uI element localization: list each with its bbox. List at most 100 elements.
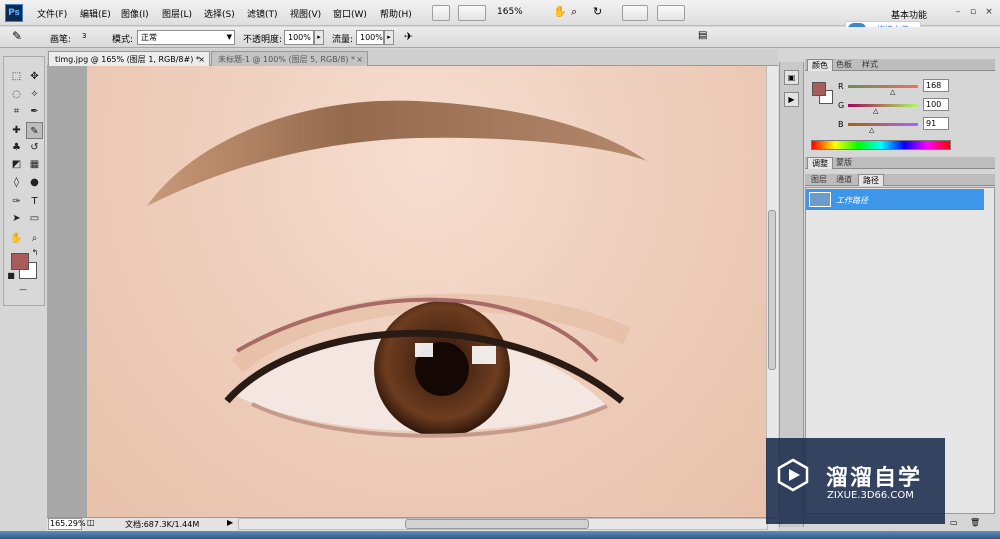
zoom-tool-icon[interactable]: ⌕: [571, 5, 577, 19]
tab-channels[interactable]: 通道: [832, 174, 856, 186]
brush-size-value[interactable]: 3: [82, 32, 86, 40]
healing-brush-icon[interactable]: ✚: [8, 122, 25, 139]
tab-layers[interactable]: 图层: [807, 174, 831, 186]
actions-panel-icon[interactable]: ▶: [784, 92, 799, 107]
b-value[interactable]: 91: [923, 117, 949, 130]
g-value[interactable]: 100: [923, 98, 949, 111]
tab-styles[interactable]: 样式: [858, 59, 882, 71]
delete-path-icon[interactable]: 🗑: [970, 518, 980, 527]
blend-mode-value: 正常: [141, 33, 157, 42]
path-row-work-path[interactable]: [806, 189, 984, 210]
extras-button[interactable]: [657, 5, 685, 21]
b-slider-handle-icon[interactable]: △: [869, 126, 874, 134]
zoom-level-select[interactable]: 165%: [497, 7, 523, 17]
quick-mask-icon[interactable]: —: [14, 285, 32, 295]
menu-edit[interactable]: 编辑(E): [80, 7, 111, 20]
hand-tool-icon[interactable]: ✋: [553, 5, 567, 18]
magic-wand-icon[interactable]: ✧: [26, 86, 43, 103]
watermark-url: ZIXUE.3D66.COM: [827, 490, 914, 501]
opacity-slider-arrow[interactable]: ▸: [314, 30, 324, 45]
close-icon[interactable]: ×: [983, 6, 995, 18]
brush-panel-icon[interactable]: ▤: [698, 30, 707, 41]
tab-masks[interactable]: 蒙版: [832, 157, 856, 169]
eraser-icon[interactable]: ◩: [8, 156, 25, 173]
opacity-label: 不透明度:: [243, 35, 283, 45]
eye-photo: [87, 66, 766, 517]
minimize-icon[interactable]: –: [952, 6, 964, 18]
g-label: G: [838, 101, 845, 110]
move-tool-icon[interactable]: ✥: [26, 68, 43, 85]
airbrush-icon[interactable]: ✈: [404, 30, 413, 43]
shape-tool-icon[interactable]: ▭: [26, 210, 43, 227]
history-brush-icon[interactable]: ↺: [26, 139, 43, 156]
r-label: R: [838, 82, 844, 91]
tab-adjustments[interactable]: 调整: [807, 157, 833, 169]
eye-illustration: [147, 100, 647, 438]
opacity-input[interactable]: 100%: [284, 30, 314, 45]
status-menu-arrow-icon[interactable]: ▶: [227, 518, 233, 527]
lasso-tool-icon[interactable]: ◌: [8, 86, 25, 103]
path-selection-icon[interactable]: ➤: [8, 210, 25, 227]
menu-layer[interactable]: 图层(L): [162, 7, 192, 20]
workspace-switcher[interactable]: 基本功能: [891, 8, 927, 21]
g-slider[interactable]: [848, 104, 918, 107]
close-icon[interactable]: ×: [198, 52, 205, 66]
tab-color[interactable]: 颜色: [807, 59, 833, 71]
brush-label: 画笔:: [50, 35, 72, 45]
horizontal-scroll-thumb[interactable]: [405, 519, 589, 529]
flow-slider-arrow[interactable]: ▸: [384, 30, 394, 45]
hand-tool-icon[interactable]: ✋: [8, 230, 25, 247]
default-colors-icon[interactable]: ■: [6, 271, 16, 281]
g-slider-handle-icon[interactable]: △: [873, 107, 878, 115]
dodge-tool-icon[interactable]: ●: [26, 174, 43, 191]
status-options-icon[interactable]: ◫: [87, 518, 95, 527]
bridge-button[interactable]: [432, 5, 450, 21]
blend-mode-select[interactable]: 正常 ▼: [137, 30, 235, 45]
color-panel-fg-swatch[interactable]: [812, 82, 826, 96]
crop-tool-icon[interactable]: ⌗: [8, 103, 25, 120]
brush-tool-selected-icon[interactable]: ✎: [26, 122, 43, 139]
blur-tool-icon[interactable]: ◊: [8, 174, 25, 191]
color-spectrum-bar[interactable]: [811, 140, 951, 150]
menu-filter[interactable]: 滤镜(T): [247, 7, 278, 20]
menu-select[interactable]: 选择(S): [204, 7, 235, 20]
zoom-tool-icon[interactable]: ⌕: [26, 230, 43, 247]
path-name[interactable]: 工作路径: [836, 195, 868, 206]
type-tool-icon[interactable]: T: [26, 193, 43, 210]
zoom-input[interactable]: 165.29%: [48, 518, 86, 530]
menu-help[interactable]: 帮助(H): [380, 7, 412, 20]
r-slider[interactable]: [848, 85, 918, 88]
tab-timg-label: timg.jpg @ 165% (图层 1, RGB/8#) *: [55, 55, 200, 64]
brush-tool-icon[interactable]: ✎: [12, 29, 22, 43]
foreground-color-swatch[interactable]: [11, 253, 29, 270]
menu-image[interactable]: 图像(I): [121, 7, 149, 20]
menu-file[interactable]: 文件(F): [37, 7, 67, 20]
rotate-view-icon[interactable]: ↻: [593, 5, 602, 18]
marquee-tool-icon[interactable]: ⬚: [8, 68, 25, 85]
swap-colors-icon[interactable]: ↰: [30, 248, 40, 258]
r-value[interactable]: 168: [923, 79, 949, 92]
pen-tool-icon[interactable]: ✑: [8, 193, 25, 210]
canvas-area[interactable]: [47, 66, 766, 517]
screen-mode-button[interactable]: [622, 5, 648, 21]
vertical-scroll-thumb[interactable]: [768, 210, 776, 370]
arrange-button[interactable]: [458, 5, 486, 21]
restore-icon[interactable]: ▫: [967, 6, 979, 18]
watermark-title: 溜溜自学: [826, 466, 923, 491]
clone-stamp-icon[interactable]: ♣: [8, 139, 25, 156]
new-path-icon[interactable]: ▭: [950, 518, 958, 527]
close-icon[interactable]: ×: [356, 52, 363, 66]
tab-untitled[interactable]: 未标题-1 @ 100% (图层 5, RGB/8) * ×: [211, 51, 368, 66]
history-panel-icon[interactable]: ▣: [784, 70, 799, 85]
tab-timg[interactable]: timg.jpg @ 165% (图层 1, RGB/8#) * ×: [48, 51, 210, 66]
flow-input[interactable]: 100%: [356, 30, 384, 45]
tab-paths[interactable]: 路径: [858, 174, 884, 186]
gradient-tool-icon[interactable]: ▦: [26, 156, 43, 173]
tab-swatches[interactable]: 色板: [832, 59, 856, 71]
menu-window[interactable]: 窗口(W): [333, 7, 367, 20]
eyedropper-icon[interactable]: ✒: [26, 103, 43, 120]
r-slider-handle-icon[interactable]: △: [890, 88, 895, 96]
b-slider[interactable]: [848, 123, 918, 126]
document-size-info[interactable]: 文档:687.3K/1.44M: [125, 519, 199, 530]
menu-view[interactable]: 视图(V): [290, 7, 321, 20]
